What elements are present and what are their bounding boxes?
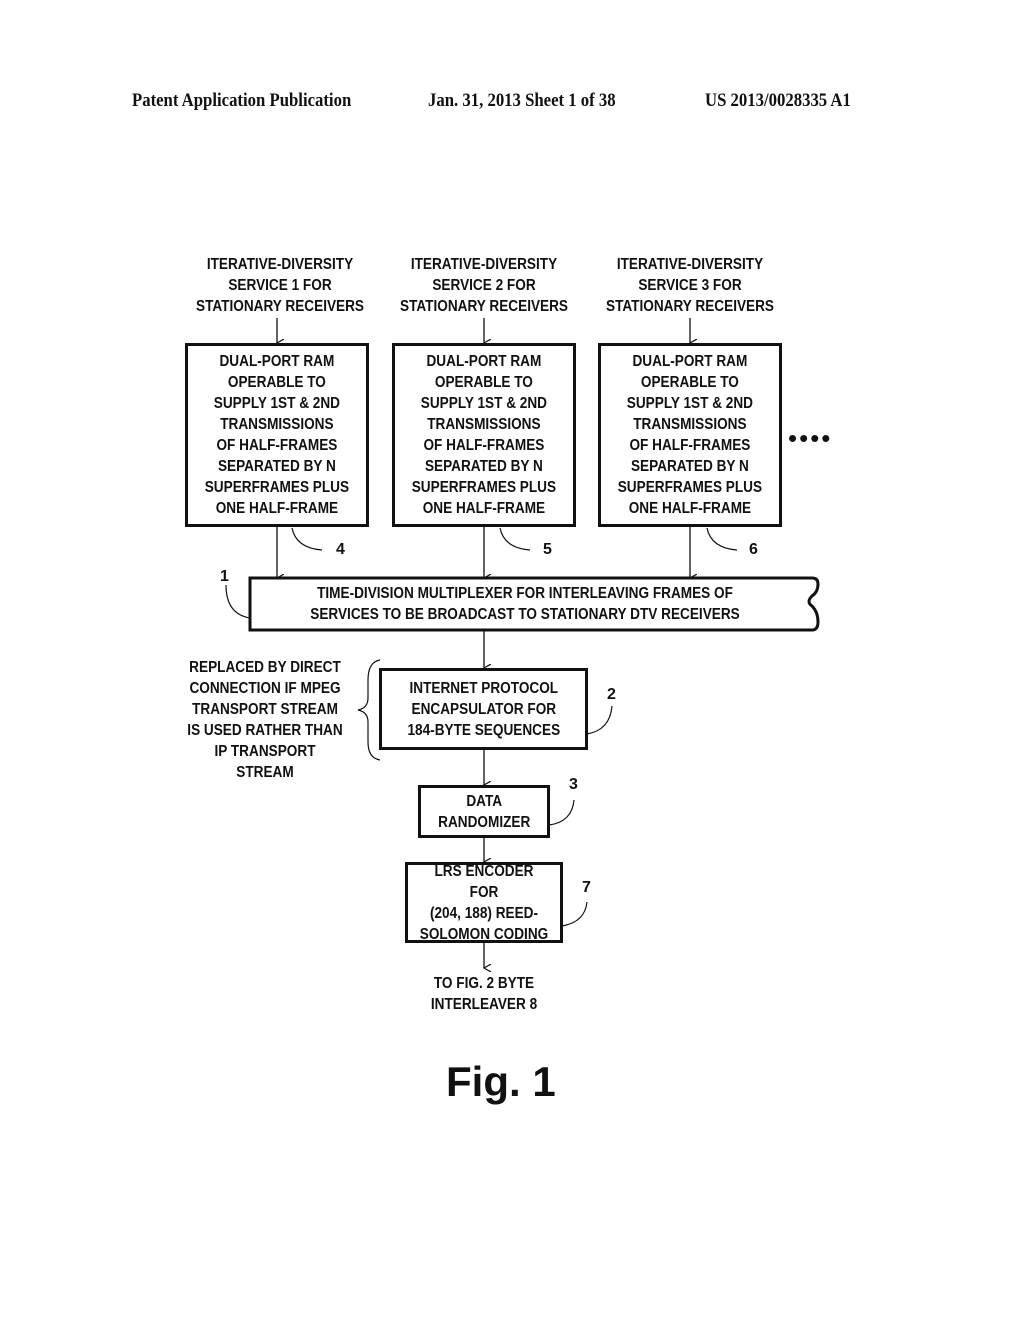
leader-3 <box>548 799 575 826</box>
leader-6 <box>706 527 738 551</box>
lrs-encoder: LRS ENCODER FOR (204, 188) REED- SOLOMON… <box>405 862 563 943</box>
data-randomizer-text: DATA RANDOMIZER <box>437 792 531 831</box>
ip-encapsulator-text: INTERNET PROTOCOL ENCAPSULATOR FOR 184-B… <box>407 679 560 739</box>
service-1-label: ITERATIVE-DIVERSITY SERVICE 1 FOR STATIO… <box>195 256 365 315</box>
ip-encapsulator: INTERNET PROTOCOL ENCAPSULATOR FOR 184-B… <box>379 668 588 750</box>
ref-4: 4 <box>336 541 345 558</box>
leader-1 <box>225 584 251 619</box>
output-label: TO FIG. 2 BYTE INTERLEAVER 8 <box>430 975 538 1013</box>
data-randomizer: DATA RANDOMIZER <box>418 785 550 838</box>
service-2-label: ITERATIVE-DIVERSITY SERVICE 2 FOR STATIO… <box>399 256 569 315</box>
connector-lines <box>225 318 820 1320</box>
service-3-label: ITERATIVE-DIVERSITY SERVICE 3 FOR STATIO… <box>605 256 775 315</box>
dual-port-ram-3: DUAL-PORT RAM OPERABLE TO SUPPLY 1ST & 2… <box>598 343 782 527</box>
leader-2 <box>586 705 613 735</box>
ref-1: 1 <box>220 568 229 585</box>
ref-3: 3 <box>569 776 578 793</box>
ref-5: 5 <box>543 541 552 558</box>
leader-4 <box>291 527 323 551</box>
ref-7: 7 <box>582 879 591 896</box>
dual-port-ram-1-text: DUAL-PORT RAM OPERABLE TO SUPPLY 1ST & 2… <box>204 353 350 517</box>
dual-port-ram-2-text: DUAL-PORT RAM OPERABLE TO SUPPLY 1ST & 2… <box>411 353 557 517</box>
mpeg-note: REPLACED BY DIRECT CONNECTION IF MPEG TR… <box>187 659 343 781</box>
dual-port-ram-2: DUAL-PORT RAM OPERABLE TO SUPPLY 1ST & 2… <box>392 343 576 527</box>
continuation-dots: •••• <box>788 423 833 453</box>
ref-2: 2 <box>607 686 616 703</box>
figure-label: Fig. 1 <box>446 1058 556 1105</box>
brace <box>357 659 381 761</box>
dual-port-ram-1: DUAL-PORT RAM OPERABLE TO SUPPLY 1ST & 2… <box>185 343 369 527</box>
multiplexer-text: TIME-DIVISION MULTIPLEXER FOR INTERLEAVI… <box>310 585 740 623</box>
ref-6: 6 <box>749 541 758 558</box>
dual-port-ram-3-text: DUAL-PORT RAM OPERABLE TO SUPPLY 1ST & 2… <box>617 353 763 517</box>
leader-5 <box>499 527 531 551</box>
leader-7 <box>561 901 588 927</box>
lrs-encoder-text: LRS ENCODER FOR (204, 188) REED- SOLOMON… <box>419 862 549 943</box>
